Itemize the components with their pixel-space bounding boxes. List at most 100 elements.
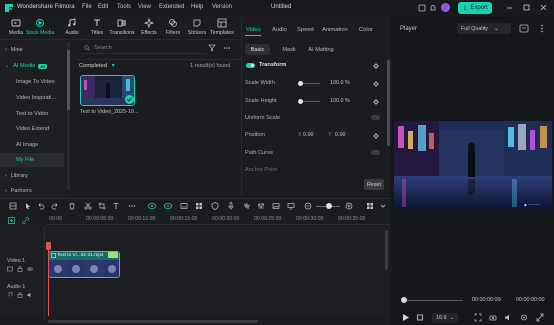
- sidebar-item-my-file[interactable]: My File: [0, 153, 64, 167]
- speed-ramp-icon[interactable]: [164, 202, 172, 210]
- timeline-vertical-scrollbar[interactable]: [385, 230, 388, 270]
- adjust-icon[interactable]: [257, 202, 265, 210]
- text-icon[interactable]: [112, 202, 120, 210]
- crop-icon[interactable]: [98, 202, 106, 210]
- tool-titles[interactable]: Titles: [86, 18, 108, 39]
- tool-effects[interactable]: Effects: [138, 18, 160, 39]
- more-options-icon[interactable]: [128, 202, 136, 210]
- position-y-input[interactable]: 0.00: [335, 132, 346, 138]
- tool-stickers[interactable]: Stickers: [186, 18, 208, 39]
- subtab-basic[interactable]: Basic: [245, 44, 270, 55]
- subtab-ai-matting[interactable]: AI Matting: [305, 44, 337, 55]
- position-x-input[interactable]: 0.00: [303, 132, 314, 138]
- audio-mixer-icon[interactable]: [243, 202, 251, 210]
- quality-dropdown[interactable]: Full Quality ⌄: [457, 23, 511, 34]
- playback-progress-knob[interactable]: [401, 297, 407, 303]
- menu-tools[interactable]: Tools: [117, 4, 131, 10]
- expand-icon[interactable]: [536, 313, 544, 322]
- menu-file[interactable]: File: [82, 4, 92, 10]
- tab-speed[interactable]: Speed: [297, 27, 314, 33]
- menu-version[interactable]: Version: [212, 4, 232, 10]
- timeline-settings-icon[interactable]: [366, 202, 374, 210]
- ai-tool-icon[interactable]: [148, 202, 156, 210]
- filter-icon[interactable]: [208, 44, 216, 52]
- play-icon[interactable]: [402, 313, 410, 322]
- tab-animation[interactable]: Animation: [322, 27, 348, 33]
- settings-icon[interactable]: [520, 313, 528, 322]
- cloud-icon[interactable]: [418, 4, 426, 12]
- video-preview[interactable]: [394, 121, 552, 210]
- transform-toggle[interactable]: [246, 63, 255, 68]
- menu-view[interactable]: View: [138, 4, 151, 10]
- subtitle-icon[interactable]: [180, 202, 188, 210]
- shield-icon[interactable]: [211, 202, 219, 210]
- close-icon[interactable]: [539, 3, 548, 12]
- image-icon[interactable]: [272, 202, 280, 210]
- scale-width-knob[interactable]: [298, 81, 303, 86]
- volume-icon[interactable]: [504, 313, 512, 322]
- zoom-out-icon[interactable]: [304, 202, 312, 210]
- sidebar-scrollbar-thumb[interactable]: [67, 50, 70, 110]
- completed-dropdown[interactable]: Completed ▾: [79, 63, 115, 69]
- undo-icon[interactable]: [37, 202, 45, 210]
- notification-icon[interactable]: [429, 4, 437, 12]
- tool-audio[interactable]: Audio: [61, 18, 83, 39]
- camera-icon[interactable]: [489, 313, 497, 322]
- sidebar-item-ai-media[interactable]: ⌄ AI Media AI: [0, 59, 64, 73]
- uniform-scale-toggle[interactable]: [371, 115, 380, 120]
- playhead[interactable]: [48, 244, 49, 316]
- snapshot-icon[interactable]: [519, 24, 529, 33]
- sidebar-item-video-extend[interactable]: Video Extend: [0, 122, 64, 136]
- playback-progress-bar[interactable]: [403, 300, 463, 301]
- link-icon[interactable]: [22, 217, 29, 224]
- tab-video[interactable]: Video: [246, 27, 261, 33]
- sidebar-item-ai-image[interactable]: AI Image: [0, 138, 64, 152]
- split-icon[interactable]: [84, 202, 92, 210]
- menu-help[interactable]: Help: [191, 4, 203, 10]
- timeline-horizontal-scrollbar[interactable]: [48, 320, 258, 323]
- sidebar-item-video-inspiration[interactable]: Video Inspirati...: [0, 91, 64, 105]
- export-button[interactable]: ⇪ Export: [458, 2, 492, 14]
- tool-transitions[interactable]: Transitions: [109, 18, 135, 39]
- reset-button[interactable]: Reset: [364, 179, 384, 190]
- more-options-icon[interactable]: [223, 44, 231, 52]
- add-track-icon[interactable]: [8, 217, 15, 224]
- speaker-icon[interactable]: [27, 292, 33, 298]
- properties-scrollbar[interactable]: [387, 60, 390, 146]
- tool-filters[interactable]: Filters: [162, 18, 184, 39]
- scale-height-knob[interactable]: [298, 99, 303, 104]
- scale-width-value[interactable]: 100.0 %: [330, 80, 350, 86]
- timeline-zoom-knob[interactable]: [326, 203, 332, 209]
- more-options-icon[interactable]: [537, 24, 547, 33]
- tab-audio[interactable]: Audio: [272, 27, 287, 33]
- search-input[interactable]: Search: [80, 43, 206, 54]
- tool-stock-media[interactable]: Stock Media: [26, 18, 54, 39]
- zoom-in-icon[interactable]: [345, 202, 353, 210]
- preview-monitor-icon[interactable]: [287, 202, 295, 210]
- tab-color[interactable]: Color: [359, 27, 373, 33]
- grid-icon[interactable]: [195, 202, 203, 210]
- sidebar-item-image-to-video[interactable]: Image To Video: [0, 75, 64, 89]
- sidebar-item-partners[interactable]: › Partners: [0, 184, 64, 198]
- scale-height-value[interactable]: 100.0 %: [330, 98, 350, 104]
- lock-icon[interactable]: [17, 292, 23, 298]
- minimize-icon[interactable]: [505, 3, 514, 12]
- delete-icon[interactable]: [68, 202, 76, 210]
- menu-edit[interactable]: Edit: [98, 4, 108, 10]
- subtab-mask[interactable]: Mask: [280, 44, 298, 55]
- layout-icon[interactable]: [9, 202, 17, 210]
- sidebar-item-library[interactable]: › Library: [0, 169, 64, 183]
- menu-extended[interactable]: Extended: [159, 4, 184, 10]
- redo-icon[interactable]: [51, 202, 59, 210]
- sidebar-item-mine[interactable]: › Mine: [0, 43, 64, 57]
- avatar[interactable]: [441, 3, 450, 12]
- path-curve-toggle[interactable]: [371, 150, 380, 155]
- maximize-icon[interactable]: [522, 3, 531, 12]
- sidebar-item-text-to-video[interactable]: Text to Video: [0, 107, 64, 121]
- eye-icon[interactable]: [27, 266, 33, 272]
- fullscreen-icon[interactable]: [474, 313, 482, 322]
- tool-media[interactable]: Media: [5, 18, 27, 39]
- lock-icon[interactable]: [17, 266, 23, 272]
- tool-templates[interactable]: Templates: [210, 18, 234, 39]
- pointer-icon[interactable]: [24, 202, 32, 210]
